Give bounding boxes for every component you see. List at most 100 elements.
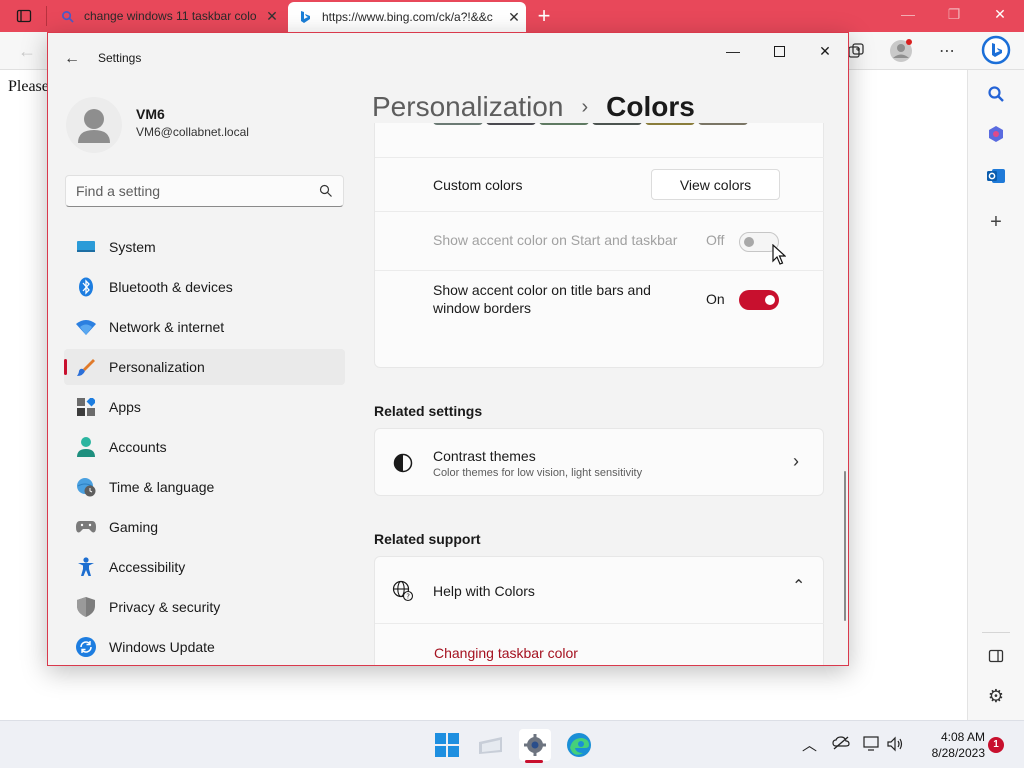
minimize-icon[interactable]: — — [718, 39, 748, 63]
back-arrow-icon[interactable]: ← — [14, 38, 40, 64]
bing-icon — [298, 10, 312, 24]
office-icon[interactable] — [984, 122, 1008, 146]
search-icon[interactable] — [984, 82, 1008, 106]
mouse-cursor-icon — [772, 244, 786, 265]
tab-title: https://www.bing.com/ck/a?!&&c — [322, 10, 493, 24]
help-colors-title[interactable]: Help with Colors — [433, 583, 535, 599]
clock-date: 8/28/2023 — [931, 746, 985, 760]
maximize-icon[interactable]: ❐ — [944, 6, 964, 23]
more-options-icon[interactable]: ⋯ — [934, 38, 960, 64]
app-title: Settings — [98, 51, 142, 65]
nav-item-personalization[interactable]: Personalization — [64, 349, 345, 385]
tab-actions-icon[interactable] — [16, 8, 32, 24]
settings-window: ← Settings — ✕ VM6 VM6@collabnet.local S… — [47, 32, 849, 666]
start-button[interactable] — [431, 729, 463, 761]
nav-item-privacy[interactable]: Privacy & security — [64, 589, 345, 625]
chevron-up-icon[interactable]: ⌃ — [792, 576, 805, 596]
nav-label: Apps — [109, 399, 141, 415]
person-icon — [76, 437, 96, 457]
accent-color-swatch[interactable] — [539, 123, 589, 125]
browser-tab[interactable]: change windows 11 taskbar colo ✕ — [50, 0, 284, 32]
breadcrumb-parent[interactable]: Personalization — [372, 91, 563, 123]
divider — [375, 270, 824, 271]
close-tab-icon[interactable]: ✕ — [502, 9, 526, 26]
settings-nav: System Bluetooth & devices Network & int… — [64, 229, 345, 665]
monitor-icon[interactable] — [863, 736, 881, 756]
search-input[interactable] — [66, 176, 306, 206]
bluetooth-icon — [76, 277, 96, 297]
changing-taskbar-color-link[interactable]: Changing taskbar color — [434, 645, 578, 661]
globe-clock-icon — [76, 477, 96, 497]
wifi-icon — [76, 317, 96, 337]
close-icon[interactable]: ✕ — [810, 39, 840, 63]
avatar[interactable] — [66, 97, 122, 153]
nav-item-network[interactable]: Network & internet — [64, 309, 345, 345]
nav-item-apps[interactable]: Apps — [64, 389, 345, 425]
taskbar-clock[interactable]: 4:08 AM 8/28/2023 — [915, 729, 985, 761]
divider — [375, 157, 824, 158]
view-colors-button[interactable]: View colors — [651, 169, 780, 200]
new-tab-button[interactable]: + — [534, 3, 554, 29]
taskbar-app-settings[interactable] — [519, 729, 551, 761]
contrast-themes-card[interactable]: Contrast themes Color themes for low vis… — [374, 428, 824, 496]
nav-item-accessibility[interactable]: Accessibility — [64, 549, 345, 585]
nav-item-time-language[interactable]: Time & language — [64, 469, 345, 505]
page-body-text: Please — [8, 78, 49, 95]
maximize-icon[interactable] — [764, 39, 794, 63]
accent-title-toggle[interactable] — [739, 290, 779, 310]
user-name: VM6 — [136, 106, 165, 122]
divider — [375, 623, 824, 624]
network-offline-icon[interactable] — [832, 736, 850, 754]
file-explorer-icon — [479, 737, 502, 754]
accent-color-swatch[interactable] — [645, 123, 695, 125]
outlook-icon[interactable] — [984, 164, 1008, 188]
settings-search-box[interactable] — [65, 175, 344, 207]
notification-badge[interactable]: 1 — [988, 737, 1004, 753]
chevron-right-icon: › — [581, 95, 589, 118]
related-settings-heading: Related settings — [374, 403, 483, 419]
breadcrumb: Personalization › Colors — [372, 91, 695, 123]
windows-logo-icon — [435, 733, 459, 757]
taskbar-app-edge[interactable] — [563, 729, 595, 761]
close-tab-icon[interactable]: ✕ — [260, 8, 284, 25]
nav-item-bluetooth[interactable]: Bluetooth & devices — [64, 269, 345, 305]
nav-item-gaming[interactable]: Gaming — [64, 509, 345, 545]
accent-color-swatch[interactable] — [486, 123, 536, 125]
show-hidden-icons-chevron-icon[interactable]: ︿ — [802, 734, 817, 755]
related-support-heading: Related support — [374, 531, 481, 547]
profile-avatar-icon[interactable] — [888, 38, 914, 64]
accent-color-swatch[interactable] — [433, 123, 483, 125]
nav-label: Time & language — [109, 479, 215, 495]
scrollbar[interactable] — [844, 471, 846, 621]
nav-item-system[interactable]: System — [64, 229, 345, 265]
nav-item-accounts[interactable]: Accounts — [64, 429, 345, 465]
gear-icon[interactable]: ⚙ — [984, 684, 1008, 708]
active-app-indicator — [525, 760, 543, 763]
globe-help-icon: ? — [392, 580, 414, 602]
minimize-icon[interactable]: — — [898, 6, 918, 22]
accent-title-state: On — [706, 291, 725, 307]
browser-tab-strip: change windows 11 taskbar colo ✕ https:/… — [0, 0, 1024, 32]
nav-label: Privacy & security — [109, 599, 221, 615]
gamepad-icon — [76, 517, 96, 537]
svg-text:?: ? — [406, 592, 410, 600]
add-icon[interactable]: + — [984, 210, 1008, 234]
accent-color-swatch[interactable] — [592, 123, 642, 125]
accessibility-icon — [76, 557, 96, 577]
back-arrow-icon[interactable]: ← — [62, 49, 82, 69]
bing-copilot-icon[interactable] — [980, 34, 1012, 66]
search-icon — [60, 9, 74, 23]
edge-icon — [567, 733, 591, 757]
volume-icon[interactable] — [887, 736, 905, 756]
taskbar: ︿ — [0, 720, 1024, 768]
nav-label: Accessibility — [109, 559, 186, 575]
taskbar-app-explorer[interactable] — [475, 729, 507, 761]
accent-start-label: Show accent color on Start and taskbar — [433, 232, 678, 248]
browser-tab-active[interactable]: https://www.bing.com/ck/a?!&&c ✕ — [288, 2, 526, 32]
nav-item-windows-update[interactable]: Windows Update — [64, 629, 345, 665]
sidebar-toggle-icon[interactable] — [984, 644, 1008, 668]
close-icon[interactable]: ✕ — [990, 6, 1010, 23]
page-title: Colors — [606, 91, 695, 122]
nav-label: Bluetooth & devices — [109, 279, 233, 295]
accent-color-swatch[interactable] — [698, 123, 748, 125]
